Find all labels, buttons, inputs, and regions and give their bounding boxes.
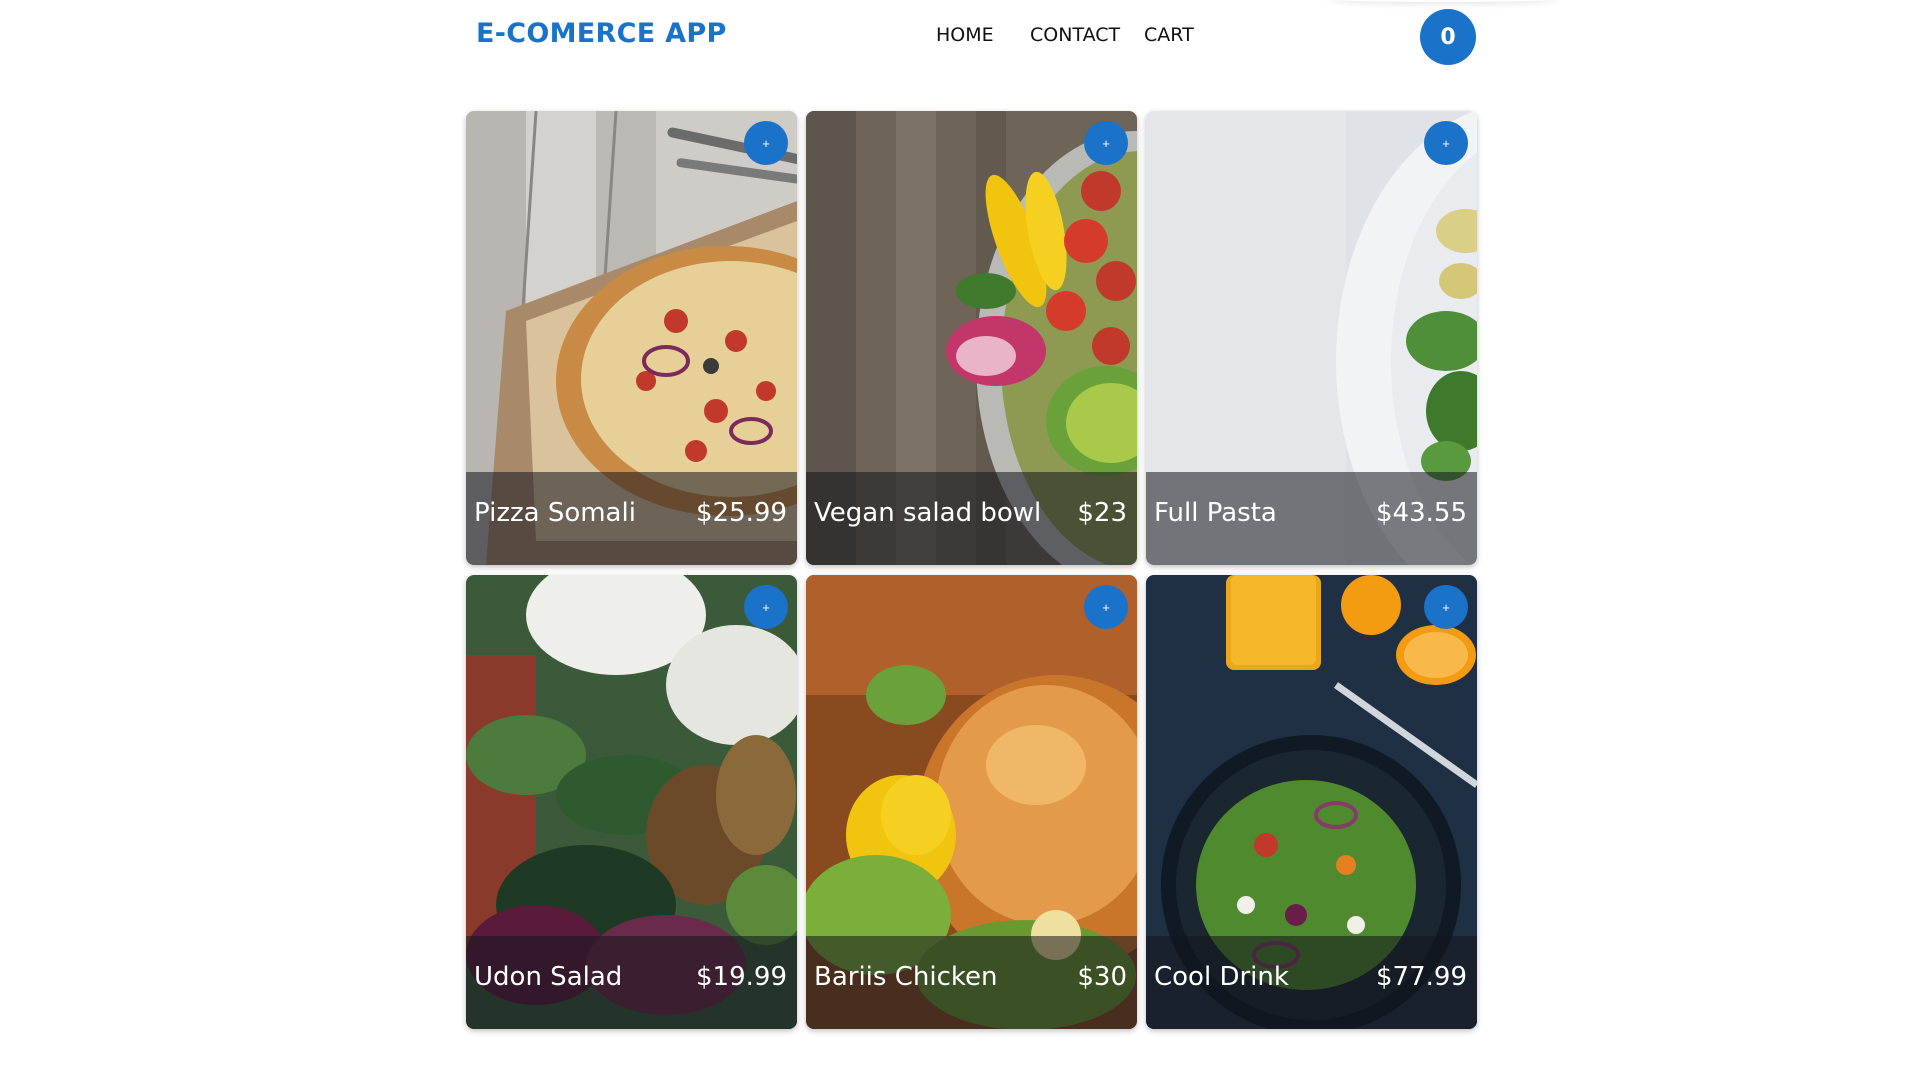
product-grid: + Pizza Somali $25.99 + Vegan salad bowl… bbox=[466, 111, 1477, 1029]
main-nav: HOME CONTACT CART bbox=[466, 24, 1476, 50]
product-info-bar: Udon Salad $19.99 bbox=[466, 936, 797, 1029]
app-root: E-COMERCE APP HOME CONTACT CART 0 + Pizz… bbox=[0, 0, 1920, 1080]
product-price: $43.55 bbox=[1376, 498, 1467, 528]
nav-cart-link[interactable]: CART bbox=[1144, 24, 1194, 46]
product-card[interactable]: + Cool Drink $77.99 bbox=[1146, 575, 1477, 1029]
product-info-bar: Pizza Somali $25.99 bbox=[466, 472, 797, 565]
product-price: $23 bbox=[1077, 498, 1127, 528]
top-shadow-decoration bbox=[1328, 0, 1558, 2]
add-to-cart-button[interactable]: + bbox=[1084, 121, 1128, 165]
product-card[interactable]: + Full Pasta $43.55 bbox=[1146, 111, 1477, 565]
product-name: Vegan salad bowl bbox=[814, 498, 1042, 528]
nav-home-link[interactable]: HOME bbox=[936, 24, 994, 46]
product-info-bar: Full Pasta $43.55 bbox=[1146, 472, 1477, 565]
product-card[interactable]: + Udon Salad $19.99 bbox=[466, 575, 797, 1029]
add-to-cart-button[interactable]: + bbox=[1424, 121, 1468, 165]
product-price: $77.99 bbox=[1376, 962, 1467, 992]
product-name: Bariis Chicken bbox=[814, 962, 998, 992]
product-card[interactable]: + Vegan salad bowl $23 bbox=[806, 111, 1137, 565]
product-price: $25.99 bbox=[696, 498, 787, 528]
product-card[interactable]: + Pizza Somali $25.99 bbox=[466, 111, 797, 565]
add-to-cart-button[interactable]: + bbox=[1084, 585, 1128, 629]
product-name: Pizza Somali bbox=[474, 498, 636, 528]
add-to-cart-button[interactable]: + bbox=[1424, 585, 1468, 629]
nav-contact-link[interactable]: CONTACT bbox=[1030, 24, 1120, 46]
top-navbar: E-COMERCE APP HOME CONTACT CART 0 bbox=[466, 0, 1476, 74]
product-card[interactable]: + Bariis Chicken $30 bbox=[806, 575, 1137, 1029]
cart-count-badge[interactable]: 0 bbox=[1420, 9, 1476, 65]
product-price: $30 bbox=[1077, 962, 1127, 992]
product-name: Udon Salad bbox=[474, 962, 623, 992]
add-to-cart-button[interactable]: + bbox=[744, 121, 788, 165]
product-info-bar: Vegan salad bowl $23 bbox=[806, 472, 1137, 565]
product-price: $19.99 bbox=[696, 962, 787, 992]
product-name: Cool Drink bbox=[1154, 962, 1289, 992]
add-to-cart-button[interactable]: + bbox=[744, 585, 788, 629]
product-info-bar: Cool Drink $77.99 bbox=[1146, 936, 1477, 1029]
product-name: Full Pasta bbox=[1154, 498, 1277, 528]
product-info-bar: Bariis Chicken $30 bbox=[806, 936, 1137, 1029]
